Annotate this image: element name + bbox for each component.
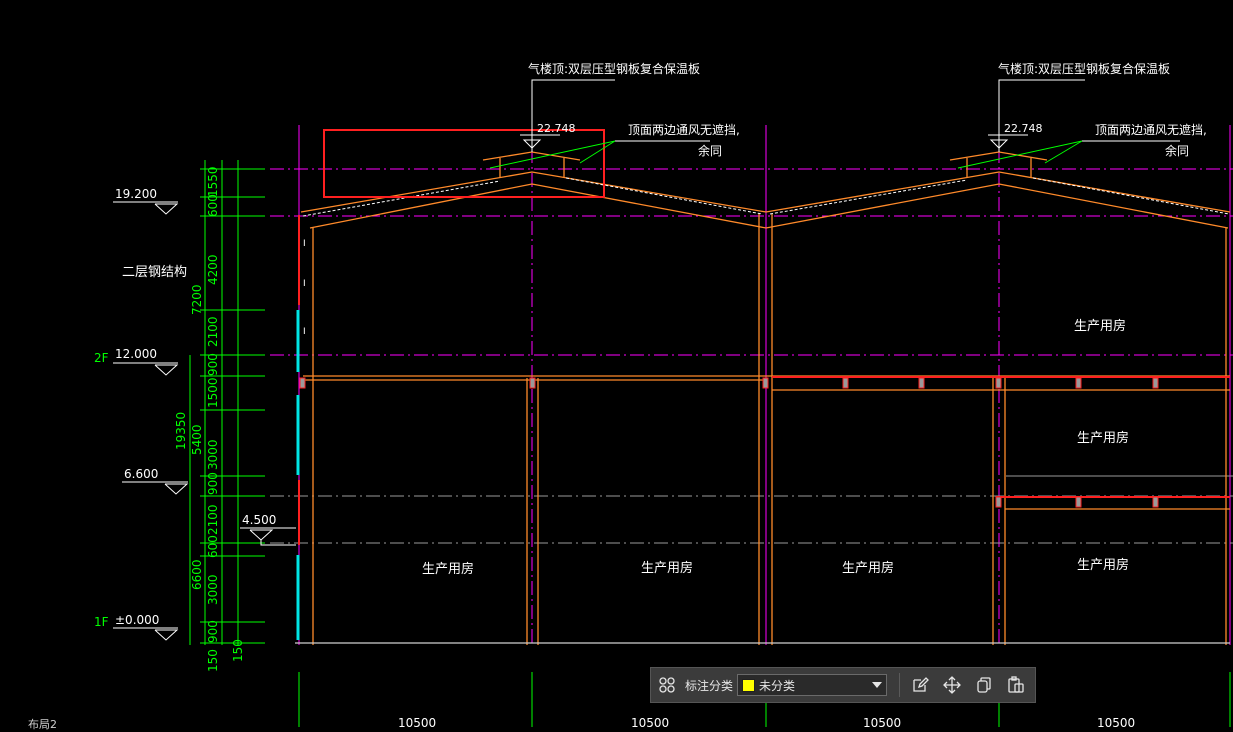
copy-icon[interactable]: [971, 672, 997, 698]
selected-class: 未分类: [759, 678, 796, 693]
vent-note-left-1: 顶面两边通风无遮挡,: [628, 122, 740, 137]
grid-apps-icon[interactable]: [654, 672, 680, 698]
level-12000: 12.000: [115, 347, 157, 361]
dimension-lines: [189, 160, 1231, 727]
dim-3000b: 3000: [206, 574, 220, 605]
dim-1500: 1500: [206, 377, 220, 408]
roof-note-left: 气楼顶:双层压型钢板复合保温板: [528, 61, 700, 76]
room-label: 生产用房: [842, 560, 894, 576]
dim-900b: 900: [206, 472, 220, 495]
vent-note-right-1: 顶面两边通风无遮挡,: [1095, 122, 1207, 137]
dim-600b: 600: [206, 535, 220, 558]
svg-text:I: I: [303, 327, 306, 337]
room-label: 生产用房: [422, 561, 474, 577]
dim-6600: 6600: [190, 559, 204, 590]
svg-text:I: I: [303, 239, 306, 249]
dropdown-arrow-icon: [872, 678, 883, 692]
elev-top-right: 22.748: [1004, 122, 1043, 135]
dim-2100a: 2100: [206, 316, 220, 347]
floor-labels: 2F 1F: [94, 351, 109, 629]
dim-900a: 900: [206, 353, 220, 376]
vent-note-right-2: 余同: [1165, 143, 1189, 158]
elev-top-left: 22.748: [537, 122, 576, 135]
paste-icon[interactable]: [1003, 672, 1029, 698]
level-0: ±0.000: [115, 613, 159, 627]
vent-note-left-2: 余同: [698, 143, 722, 158]
dim-7200: 7200: [190, 284, 204, 315]
level-6600: 6.600: [124, 467, 158, 481]
cad-drawing-canvas[interactable]: I I I 气楼顶:双层压型钢板复合保温板 气楼顶:双层压型钢板复合保温板 顶面…: [0, 0, 1233, 727]
svg-text:I: I: [303, 279, 306, 289]
leader-arrows: [489, 140, 1083, 169]
room-label: 生产用房: [1074, 318, 1126, 334]
layout-tab-label: 布局2: [28, 718, 57, 731]
dim-600a: 600: [206, 194, 220, 217]
edit-icon[interactable]: [907, 672, 933, 698]
level-4500: 4.500: [242, 513, 276, 527]
dim-1550: 1550: [206, 166, 220, 197]
level-19200: 19.200: [115, 187, 157, 201]
structure-label: 二层钢结构: [122, 265, 187, 280]
room-label: 生产用房: [641, 560, 693, 576]
annotation-toolbar: 标注分类 未分类: [650, 667, 1036, 703]
dim-150a: 150: [206, 649, 220, 672]
room-label: 生产用房: [1077, 430, 1129, 446]
column-markers: I I I: [303, 239, 306, 337]
class-color-swatch: [742, 678, 756, 692]
room-label: 生产用房: [1077, 557, 1129, 573]
annotation-class-label: 标注分类: [685, 678, 734, 693]
toolbar-separator: [899, 673, 901, 697]
roof-note-right: 气楼顶:双层压型钢板复合保温板: [998, 61, 1170, 76]
roof-annotations: 气楼顶:双层压型钢板复合保温板 气楼顶:双层压型钢板复合保温板 顶面两边通风无遮…: [528, 61, 1207, 158]
dim-5400: 5400: [190, 424, 204, 455]
span-1: 10500: [398, 716, 436, 727]
span-dimensions: 10500 10500 10500 10500: [398, 716, 1135, 727]
annotation-class-select[interactable]: 未分类: [737, 674, 888, 696]
dim-19350: 19350: [174, 412, 188, 450]
span-4: 10500: [1097, 716, 1135, 727]
span-3: 10500: [863, 716, 901, 727]
floor-1f: 1F: [94, 615, 109, 629]
room-labels: 生产用房 生产用房 生产用房 生产用房 生产用房 生产用房: [422, 318, 1129, 577]
dim-3000a: 3000: [206, 439, 220, 470]
dim-2100b: 2100: [206, 504, 220, 535]
layout-tab[interactable]: 布局2: [28, 716, 57, 732]
span-2: 10500: [631, 716, 669, 727]
dim-150b: 150: [231, 639, 245, 662]
dim-4200: 4200: [206, 254, 220, 285]
dim-900c: 900: [206, 620, 220, 643]
dimension-text: 1550 600 4200 2100 900 1500 7200 19350 5…: [174, 166, 245, 672]
move-icon[interactable]: [939, 672, 965, 698]
floor-2f: 2F: [94, 351, 109, 365]
selection-highlight[interactable]: [323, 129, 605, 198]
beam-connectors: [299, 377, 1159, 508]
